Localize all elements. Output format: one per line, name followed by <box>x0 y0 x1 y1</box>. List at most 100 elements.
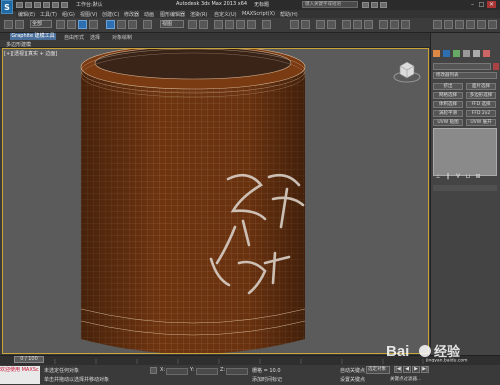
menu-views[interactable]: 视图(V) <box>80 11 97 18</box>
close-button[interactable]: ✕ <box>487 1 496 8</box>
motion-panel-tab-icon[interactable] <box>463 50 470 57</box>
menu-rendering[interactable]: 渲染(R) <box>190 11 207 18</box>
minimize-button[interactable]: – <box>468 1 477 8</box>
project-folder-icon[interactable] <box>61 2 68 8</box>
make-unique-icon[interactable]: ∀ <box>454 173 462 180</box>
favorites-icon[interactable] <box>371 2 378 8</box>
menu-group[interactable]: 组(G) <box>62 11 75 18</box>
select-by-name-icon[interactable] <box>67 20 76 29</box>
time-ruler[interactable] <box>14 357 424 364</box>
pin-stack-icon[interactable]: ⊥ <box>434 173 442 180</box>
reference-coord-icon[interactable] <box>143 20 152 29</box>
object-name-field[interactable] <box>433 63 491 70</box>
viewport-label[interactable]: [+][透视][真实 + 边面] <box>4 50 57 57</box>
reference-coordinate-dropdown[interactable]: 视图 <box>160 20 184 28</box>
add-time-tag[interactable]: 添加时间标记 <box>252 376 282 383</box>
y-coord-field[interactable] <box>196 368 218 375</box>
menu-animation[interactable]: 动画 <box>144 11 154 18</box>
key-filters-button[interactable]: 关键点过滤器... <box>390 376 421 382</box>
curve-editor-icon[interactable] <box>342 20 351 29</box>
spinner-snap-icon[interactable] <box>247 20 256 29</box>
modify-tab-icon[interactable] <box>444 20 453 29</box>
remove-modifier-icon[interactable]: ⊔ <box>464 173 472 180</box>
selection-filter-dropdown[interactable]: 全部 <box>30 20 52 28</box>
configure-sets-icon[interactable]: ⊞ <box>474 173 482 180</box>
app-logo[interactable]: S <box>1 0 13 14</box>
render-production-icon[interactable] <box>401 20 410 29</box>
menu-maxscript[interactable]: MAXScript(X) <box>242 11 275 17</box>
menu-tools[interactable]: 工具(T) <box>40 11 57 18</box>
menu-help[interactable]: 帮助(H) <box>280 11 298 18</box>
redo-icon[interactable] <box>52 2 59 8</box>
modifier-stack[interactable] <box>433 128 497 176</box>
modifier-button-turbosmooth[interactable]: 涡轮平滑 <box>433 110 463 117</box>
open-file-icon[interactable] <box>25 2 32 8</box>
angle-snap-icon[interactable] <box>225 20 234 29</box>
undo-tool-icon[interactable] <box>4 20 13 29</box>
auto-key-button[interactable]: 自动关键点 <box>340 367 365 374</box>
hierarchy-tab-icon[interactable] <box>455 20 464 29</box>
play-icon[interactable]: ▶ <box>412 366 420 373</box>
material-editor-icon[interactable] <box>364 20 373 29</box>
modifier-button-ffd2x2[interactable]: FFD 2x2 <box>466 110 496 117</box>
align-icon[interactable] <box>301 20 310 29</box>
menu-customize[interactable]: 自定义(U) <box>214 11 237 18</box>
modifier-button-extrude[interactable]: 挤出 <box>433 83 463 90</box>
modify-panel-tab-icon[interactable] <box>443 50 450 57</box>
motion-tab-icon[interactable] <box>466 20 475 29</box>
maximize-button[interactable]: □ <box>477 1 486 8</box>
new-file-icon[interactable] <box>16 2 23 8</box>
link-icon[interactable] <box>15 20 24 29</box>
utilities-tab-icon[interactable] <box>488 20 497 29</box>
modifier-button-poly-select[interactable]: 多边形选择 <box>466 92 496 99</box>
modifier-button-mesh-select[interactable]: 网格选择 <box>433 92 463 99</box>
undo-icon[interactable] <box>43 2 50 8</box>
lock-selection-icon[interactable] <box>150 367 157 374</box>
prev-frame-icon[interactable]: ◀ <box>403 366 411 373</box>
rectangle-selection-icon[interactable] <box>78 20 87 29</box>
object-color-swatch[interactable] <box>493 63 499 70</box>
create-panel-tab-icon[interactable] <box>433 50 440 57</box>
render-frame-icon[interactable] <box>390 20 399 29</box>
modifier-button-vol-select[interactable]: 体积选择 <box>433 101 463 108</box>
menu-modifiers[interactable]: 修改器 <box>124 11 139 18</box>
ribbon-tab-graphite[interactable]: Graphite 建模工具 <box>10 33 56 40</box>
graphite-toggle-icon[interactable] <box>327 20 336 29</box>
x-coord-field[interactable] <box>166 368 188 375</box>
search-icon[interactable] <box>362 2 369 8</box>
schematic-view-icon[interactable] <box>353 20 362 29</box>
select-object-icon[interactable] <box>56 20 65 29</box>
render-setup-icon[interactable] <box>379 20 388 29</box>
hierarchy-panel-tab-icon[interactable] <box>453 50 460 57</box>
save-file-icon[interactable] <box>34 2 41 8</box>
pivot-center-icon[interactable] <box>188 20 197 29</box>
percent-snap-icon[interactable] <box>236 20 245 29</box>
maxscript-listener[interactable]: 欢迎使用 MAXSc <box>0 366 40 384</box>
modifier-button-uvw-map[interactable]: UVW 贴图 <box>433 119 463 126</box>
snaps-toggle-icon[interactable] <box>214 20 223 29</box>
display-panel-tab-icon[interactable] <box>473 50 480 57</box>
window-crossing-icon[interactable] <box>89 20 98 29</box>
z-coord-field[interactable] <box>226 368 248 375</box>
help-icon[interactable] <box>380 2 387 8</box>
select-scale-icon[interactable] <box>128 20 137 29</box>
time-slider[interactable]: 0 / 100 <box>14 356 44 363</box>
layer-manager-icon[interactable] <box>316 20 325 29</box>
select-manipulate-icon[interactable] <box>199 20 208 29</box>
modifier-button-unwrap-uvw[interactable]: UVW 展开 <box>466 119 496 126</box>
create-tab-icon[interactable] <box>433 20 442 29</box>
mirror-icon[interactable] <box>290 20 299 29</box>
display-tab-icon[interactable] <box>477 20 486 29</box>
viewcube-icon[interactable] <box>392 58 422 84</box>
utilities-panel-tab-icon[interactable] <box>483 50 490 57</box>
show-end-result-icon[interactable]: ‖ <box>444 173 452 180</box>
named-selection-icon[interactable] <box>262 20 271 29</box>
set-key-button[interactable]: 设置关键点 <box>340 376 365 383</box>
select-move-icon[interactable] <box>106 20 115 29</box>
modifier-button-patch-select[interactable]: 面片选择 <box>466 83 496 90</box>
menu-edit[interactable]: 编辑(E) <box>18 11 35 18</box>
key-selection-dropdown[interactable]: 选定对象 <box>366 366 390 374</box>
menu-graph-editors[interactable]: 图形编辑器 <box>160 11 185 18</box>
goto-start-icon[interactable]: |◀ <box>394 366 402 373</box>
search-input[interactable]: 键入关键字或短语 <box>302 1 358 8</box>
